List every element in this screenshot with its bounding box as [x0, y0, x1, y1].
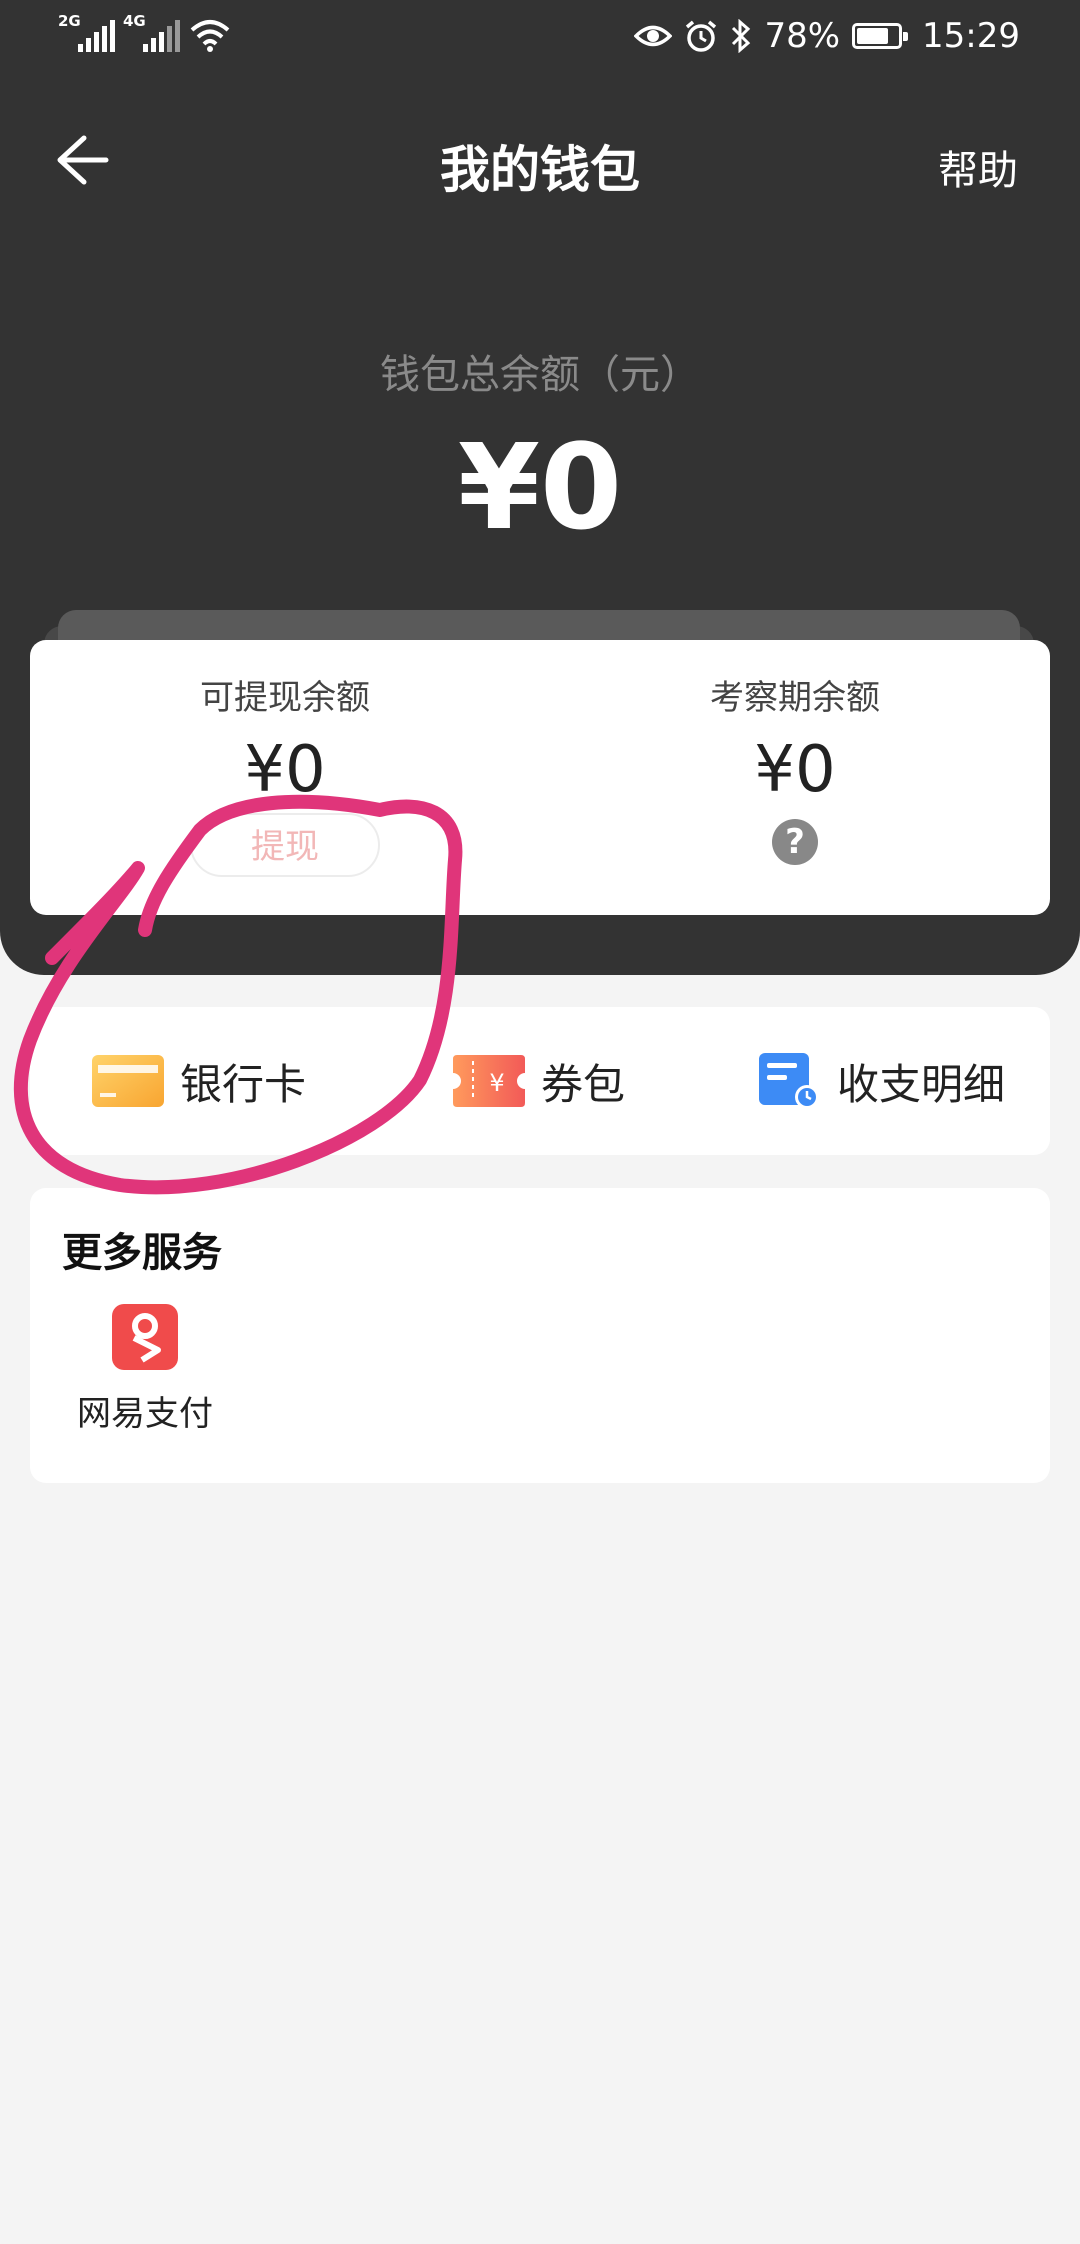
more-services-title: 更多服务 — [62, 1230, 222, 1276]
bill-detail-button[interactable]: 收支明细 — [757, 1007, 1005, 1155]
quick-actions: 银行卡 ¥ 券包 收支明细 — [30, 1007, 1050, 1155]
bill-detail-icon — [759, 1053, 819, 1109]
clock-time: 15:29 — [922, 16, 1020, 56]
withdraw-button[interactable]: 提现 — [190, 813, 380, 877]
review-period-balance: 考察期余额 ¥0 ? — [540, 670, 1050, 865]
netease-pay-icon — [112, 1304, 178, 1370]
signal-4g-icon: 4G — [123, 12, 180, 52]
question-icon[interactable]: ? — [772, 819, 818, 865]
alarm-icon — [686, 20, 717, 52]
netease-pay-service[interactable]: 网易支付 — [70, 1304, 220, 1435]
battery-percent: 78% — [764, 16, 841, 56]
help-link[interactable]: 帮助 — [938, 138, 1018, 196]
battery-icon — [852, 23, 909, 49]
more-services-card: 更多服务 网易支付 — [30, 1188, 1050, 1483]
netease-pay-label: 网易支付 — [77, 1394, 213, 1434]
eye-icon — [634, 25, 673, 47]
signal-label: 4G — [123, 12, 146, 30]
coupon-label: 券包 — [541, 1059, 626, 1109]
coupon-button[interactable]: ¥ 券包 — [453, 1007, 625, 1155]
review-period-amount: ¥0 — [754, 733, 836, 807]
status-bar: 2G 4G 78% 15:29 — [0, 0, 1080, 80]
wifi-icon — [190, 20, 230, 52]
bluetooth-icon — [732, 19, 751, 53]
withdrawable-amount: ¥0 — [244, 733, 326, 807]
coupon-icon: ¥ — [453, 1055, 525, 1107]
signal-2g-icon: 2G — [58, 12, 115, 52]
bank-card-label: 银行卡 — [180, 1059, 307, 1109]
bank-card-button[interactable]: 银行卡 — [92, 1007, 306, 1155]
total-balance-amount: ¥0 — [457, 418, 623, 556]
bank-card-icon — [92, 1055, 164, 1107]
svg-text:¥: ¥ — [489, 1069, 504, 1097]
battery-level — [857, 28, 889, 44]
review-period-label: 考察期余额 — [710, 678, 880, 718]
signal-label: 2G — [58, 12, 81, 30]
withdrawable-label: 可提现余额 — [200, 678, 370, 718]
withdrawable-balance: 可提现余额 ¥0 提现 — [30, 670, 540, 877]
page-title: 我的钱包 — [440, 141, 640, 199]
balance-card: 可提现余额 ¥0 提现 考察期余额 ¥0 ? — [30, 640, 1050, 915]
total-balance-label: 钱包总余额（元） — [380, 352, 700, 398]
bill-detail-label: 收支明细 — [837, 1059, 1006, 1109]
